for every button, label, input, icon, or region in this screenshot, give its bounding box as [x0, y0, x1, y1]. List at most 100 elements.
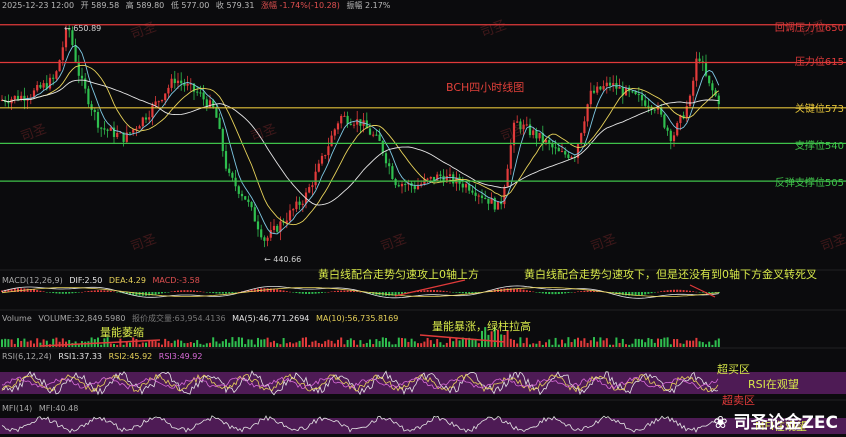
candle-body: [340, 116, 343, 124]
macd-histogram-bar: [340, 290, 343, 292]
candle-body: [580, 133, 583, 145]
volume-bar: [477, 343, 480, 347]
volume-bar: [449, 338, 451, 347]
macd-histogram-bar: [173, 290, 176, 292]
volume-bar: [183, 343, 186, 347]
macd-histogram-bar: [583, 290, 586, 292]
candle-body: [586, 104, 589, 122]
volume-bar: [522, 343, 525, 347]
volume-bar: [381, 337, 384, 347]
macd-histogram-bar: [641, 292, 643, 295]
macd-histogram-bar: [666, 290, 669, 292]
macd-histogram-bar: [647, 292, 650, 294]
candle-body: [292, 209, 295, 211]
candle-body: [173, 78, 176, 84]
volume-bar: [378, 341, 381, 347]
macd-histogram-bar: [586, 290, 589, 292]
macd-histogram-bar: [353, 290, 355, 292]
macd-histogram-bar: [282, 290, 285, 292]
macd-histogram-bar: [116, 292, 119, 293]
macd-histogram-bar: [449, 291, 451, 293]
macd-histogram-bar: [228, 292, 231, 294]
candle-body: [602, 86, 605, 90]
macd-histogram-bar: [327, 291, 330, 293]
candle-body: [471, 190, 474, 193]
volume-bar: [221, 341, 224, 347]
volume-bar: [580, 340, 583, 347]
volume-bar: [205, 343, 208, 347]
candle-body: [461, 183, 464, 188]
candle-body: [266, 237, 269, 241]
volume-bar: [458, 340, 461, 347]
volume-bar: [557, 344, 560, 347]
candle-body: [285, 220, 288, 223]
volume-bar: [317, 343, 320, 347]
chart-title: BCH四小时线图: [446, 81, 525, 94]
volume-bar: [161, 344, 163, 347]
volume-bar: [215, 341, 218, 347]
macd-histogram-bar: [209, 292, 211, 293]
volume-bar: [164, 338, 167, 347]
macd-histogram-bar: [221, 292, 224, 294]
candle-body: [554, 147, 557, 149]
candle-body: [176, 80, 180, 84]
volume-bar: [641, 339, 643, 347]
volume-bar: [228, 342, 231, 347]
candle-body: [96, 112, 100, 128]
macd-histogram-bar: [164, 292, 167, 293]
candle-body: [666, 127, 669, 131]
macd-histogram-bar: [58, 292, 61, 294]
candle-body: [480, 195, 484, 198]
volume-bar: [151, 340, 154, 347]
volume-bar: [701, 342, 704, 347]
volume-bar: [324, 341, 327, 347]
volume-bar: [257, 337, 259, 347]
candle-body: [167, 87, 170, 94]
volume-bar: [234, 341, 237, 347]
macd-histogram-bar: [644, 292, 647, 295]
candle-body: [90, 104, 93, 110]
volume-bar: [385, 337, 387, 347]
volume-bar: [17, 338, 19, 347]
candle-body: [404, 183, 407, 185]
volume-bar: [564, 343, 567, 347]
volume-bar: [372, 344, 375, 347]
candle-body: [58, 60, 61, 72]
candle-body: [375, 134, 378, 136]
candle-body: [397, 185, 400, 187]
candle-body: [525, 124, 528, 126]
rsi3-value: RSI3:49.92: [158, 352, 203, 361]
macd-histogram-bar: [669, 289, 672, 292]
volume-bar: [516, 343, 519, 347]
volume-bar: [500, 334, 503, 347]
volume-bar: [346, 339, 349, 347]
macd-histogram-bar: [301, 292, 304, 294]
volume-bar: [122, 344, 125, 347]
macd-histogram-bar: [692, 291, 695, 292]
volume-bar: [695, 337, 698, 347]
volume-bar: [20, 340, 23, 347]
volume-bar: [199, 343, 202, 347]
candle-body: [221, 128, 224, 152]
macd-histogram-bar: [317, 292, 320, 294]
candle-body: [349, 123, 352, 125]
volume-bar: [612, 344, 615, 347]
volume-legend: Volume VOLUME:32,849.5980 报价成交量:63,954.4…: [2, 313, 402, 324]
candle-body: [532, 130, 535, 136]
rsi-name: RSI(6,12,24): [2, 352, 52, 361]
candle-body: [589, 90, 592, 105]
candle-body: [378, 134, 381, 142]
volume-bar: [548, 339, 551, 347]
volume-bar: [109, 343, 112, 347]
macd-histogram-bar: [525, 290, 528, 292]
header-high: 高 589.80: [125, 1, 165, 10]
volume-bar: [327, 339, 330, 347]
volume-bar: [231, 337, 234, 347]
candle-body: [196, 91, 199, 93]
volume-bar: [513, 339, 515, 347]
volume-bar: [369, 339, 371, 347]
volume-bar: [113, 344, 115, 347]
volume-bar: [689, 340, 691, 347]
candle-body: [644, 100, 647, 106]
volume-bar: [541, 344, 544, 347]
